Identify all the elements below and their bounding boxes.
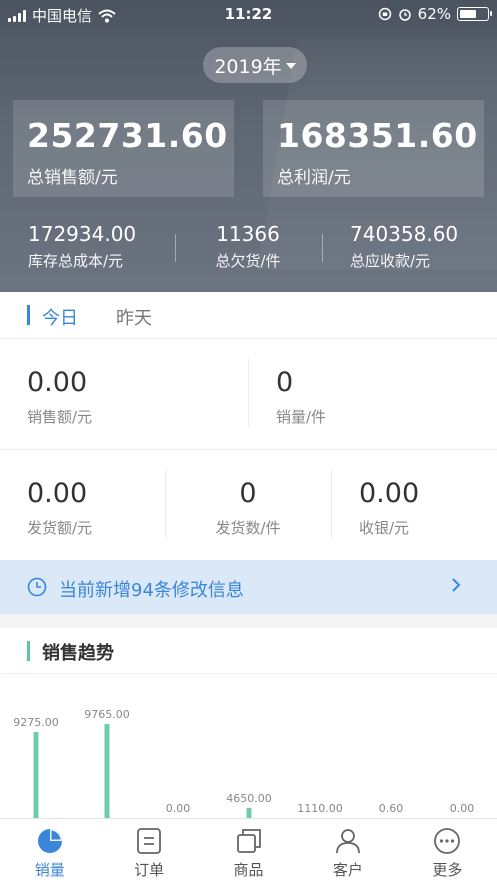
divider xyxy=(331,470,332,538)
status-bar: 中国电信 11:22 62% xyxy=(0,0,497,30)
bottom-nav: 销量 订单 商品 客户 更多 xyxy=(0,818,497,884)
change-notice-banner[interactable]: 当前新增94条修改信息 xyxy=(0,560,497,614)
nav-goods[interactable]: 商品 xyxy=(199,819,298,884)
total-profit-card: 168351.60 总利润/元 xyxy=(263,100,484,197)
nav-more[interactable]: 更多 xyxy=(398,819,497,884)
more-icon xyxy=(434,828,461,854)
ship-qty-metric: 0 发货数/件 xyxy=(198,478,298,538)
divider xyxy=(248,359,249,427)
sales-trend-section: 销售趋势 9275.00 9765.00 0.00 4650.00 1110.00 0.6… xyxy=(0,628,497,818)
owed-goods-stat: 11366 总欠货/件 xyxy=(198,222,298,271)
trend-bar xyxy=(33,732,39,818)
total-profit-label: 总利润/元 xyxy=(277,168,351,188)
cashier-label: 收银/元 xyxy=(359,519,410,537)
total-sales-value: 252731.60 xyxy=(27,116,228,155)
sales-qty-label: 销量/件 xyxy=(276,408,327,426)
owed-goods-value: 11366 xyxy=(216,222,280,246)
year-selector[interactable]: 2019年 xyxy=(203,47,307,83)
tab-today[interactable]: 今日 xyxy=(42,304,78,330)
sales-amount-label: 销售额/元 xyxy=(27,408,93,426)
bar-value-label: 0.00 xyxy=(166,802,191,815)
nav-customers[interactable]: 客户 xyxy=(298,819,397,884)
bar-value-label: 9765.00 xyxy=(84,708,130,721)
receivables-label: 总应收款/元 xyxy=(350,252,431,270)
rotation-lock-icon xyxy=(378,7,391,21)
pie-chart-icon xyxy=(37,829,62,853)
divider xyxy=(165,470,166,538)
nav-sales[interactable]: 销量 xyxy=(0,819,99,884)
sales-qty-metric: 0 销量/件 xyxy=(276,367,326,427)
summary-header: 中国电信 11:22 62% 2019年 252731.60 总销售额/元 16… xyxy=(0,0,497,292)
goods-icon xyxy=(236,829,261,853)
inventory-cost-value: 172934.00 xyxy=(28,222,137,246)
sales-amount-metric: 0.00 销售额/元 xyxy=(27,367,92,427)
chevron-right-icon xyxy=(452,578,461,592)
inventory-cost-stat: 172934.00 库存总成本/元 xyxy=(28,222,136,271)
bar-value-label: 0.60 xyxy=(379,802,404,815)
nav-orders[interactable]: 订单 xyxy=(99,819,198,884)
notice-text: 当前新增94条修改信息 xyxy=(59,580,244,601)
nav-orders-label: 订单 xyxy=(134,861,165,879)
nav-sales-label: 销量 xyxy=(34,861,65,879)
nav-goods-label: 商品 xyxy=(233,861,264,879)
tab-yesterday[interactable]: 昨天 xyxy=(116,304,152,330)
bar-value-label: 1110.00 xyxy=(297,802,343,815)
year-label: 2019年 xyxy=(214,55,282,78)
battery-icon xyxy=(457,7,492,21)
sales-trend-chart: 9275.00 9765.00 0.00 4650.00 1110.00 0.60 0.00 xyxy=(13,708,475,818)
section-indicator xyxy=(27,641,30,661)
nav-more-label: 更多 xyxy=(432,861,463,879)
ship-qty-label: 发货数/件 xyxy=(215,519,281,537)
trend-bar xyxy=(104,724,110,818)
sales-trend-title: 销售趋势 xyxy=(42,643,114,664)
total-profit-value: 168351.60 xyxy=(277,116,478,155)
cashier-metric: 0.00 收银/元 xyxy=(359,478,419,538)
ship-amount-metric: 0.00 发货额/元 xyxy=(27,478,92,538)
period-tabs: 今日 昨天 xyxy=(0,292,497,339)
customer-icon xyxy=(336,829,360,854)
total-sales-label: 总销售额/元 xyxy=(27,168,118,188)
order-icon xyxy=(137,828,162,854)
owed-goods-label: 总欠货/件 xyxy=(215,252,281,270)
today-shipping-row: 0.00 发货额/元 0 发货数/件 0.00 收银/元 xyxy=(0,450,497,560)
sales-qty-value: 0 xyxy=(276,367,294,398)
today-sales-row: 0.00 销售额/元 0 销量/件 xyxy=(0,339,497,450)
nav-customers-label: 客户 xyxy=(332,861,363,879)
receivables-stat: 740358.60 总应收款/元 xyxy=(350,222,458,271)
bar-value-label: 9275.00 xyxy=(13,716,59,729)
divider xyxy=(175,234,176,262)
active-tab-indicator xyxy=(27,305,30,325)
ship-amount-value: 0.00 xyxy=(27,478,88,509)
clock-icon xyxy=(27,577,47,597)
bar-value-label: 0.00 xyxy=(450,802,475,815)
dropdown-arrow-icon xyxy=(285,63,296,69)
alarm-icon xyxy=(398,9,411,21)
battery-percent: 62% xyxy=(417,5,451,23)
total-sales-card: 252731.60 总销售额/元 xyxy=(13,100,234,197)
ship-qty-value: 0 xyxy=(239,478,257,509)
inventory-cost-label: 库存总成本/元 xyxy=(28,252,124,270)
summary-stats: 172934.00 库存总成本/元 11366 总欠货/件 740358.60 … xyxy=(0,222,497,272)
cashier-value: 0.00 xyxy=(359,478,420,509)
sales-amount-value: 0.00 xyxy=(27,367,88,398)
divider xyxy=(322,234,323,262)
trend-bar xyxy=(246,807,252,818)
ship-amount-label: 发货额/元 xyxy=(27,519,93,537)
receivables-value: 740358.60 xyxy=(350,222,459,246)
bar-value-label: 4650.00 xyxy=(226,792,272,805)
